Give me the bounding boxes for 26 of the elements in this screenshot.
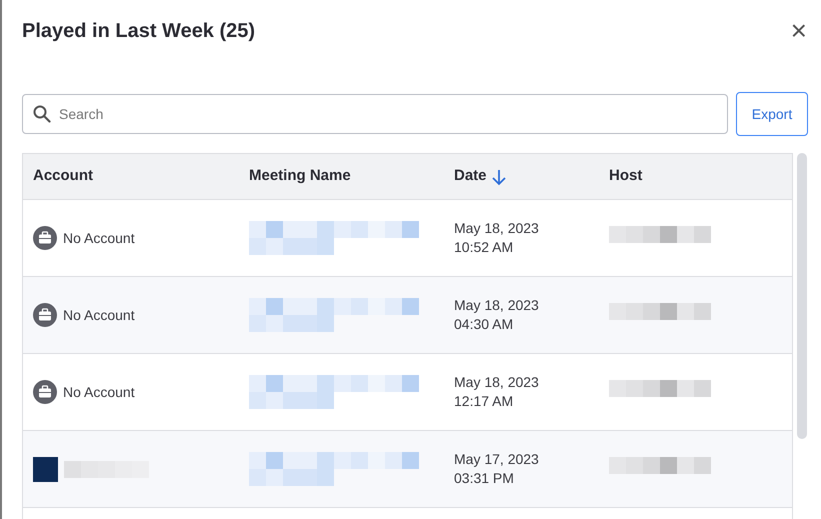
account-name: No Account (63, 306, 135, 324)
sort-down-arrow-icon[interactable] (490, 168, 507, 186)
dialog-title: Played in Last Week (25) (22, 19, 256, 44)
meeting-time: 03:31 PM (454, 469, 515, 488)
briefcase-icon (33, 380, 57, 404)
briefcase-icon (33, 303, 57, 327)
meeting-date: May 17, 2023 (454, 450, 540, 469)
column-header[interactable]: Host (609, 165, 642, 188)
column-header[interactable]: Date (454, 165, 487, 188)
column-header[interactable]: Meeting Name (249, 165, 351, 188)
account-name: No Account (63, 228, 135, 248)
account-name: No Account (63, 382, 135, 402)
export-button[interactable]: Export (736, 92, 808, 136)
meeting-time: 04:30 AM (454, 315, 514, 334)
scrollbar[interactable] (797, 153, 807, 439)
meeting-date: May 18, 2023 (454, 373, 540, 392)
account-logo (33, 456, 58, 482)
meeting-date: May 18, 2023 (454, 219, 540, 238)
meeting-time: 10:52 AM (454, 238, 514, 257)
meeting-time: 12:17 AM (454, 392, 514, 411)
search-icon (33, 105, 51, 123)
search-field[interactable]: Search (22, 94, 728, 134)
meeting-date: May 18, 2023 (454, 296, 540, 315)
close-button[interactable]: × (786, 17, 811, 45)
briefcase-icon (33, 226, 57, 250)
column-header[interactable]: Account (33, 165, 93, 188)
